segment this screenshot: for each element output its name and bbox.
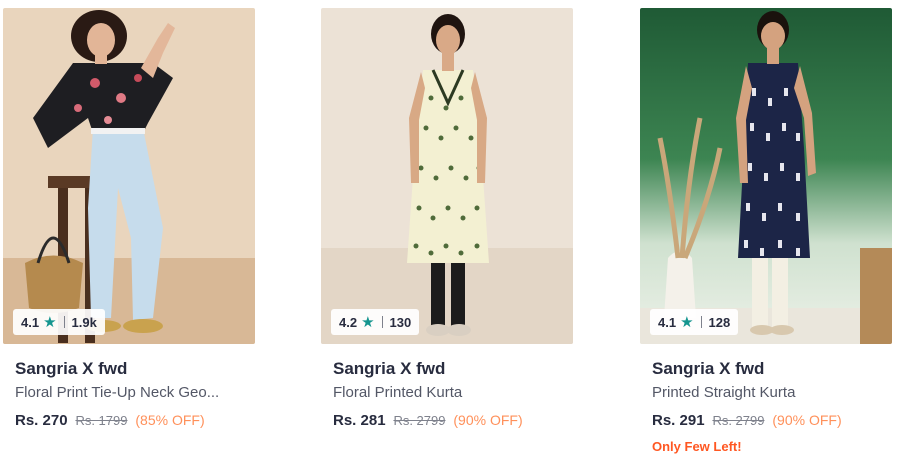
product-card[interactable]: 4.1 ★ 128 Sangria X fwd Printed Straight… bbox=[640, 8, 894, 468]
product-grid: 4.1 ★ 1.9k Sangria X fwd Floral Print Ti… bbox=[0, 0, 900, 471]
rating-divider bbox=[63, 316, 65, 328]
star-icon: ★ bbox=[361, 313, 375, 331]
discount-label: (85% OFF) bbox=[135, 412, 205, 428]
product-image[interactable]: 4.2 ★ 130 bbox=[321, 8, 573, 344]
rating-divider bbox=[381, 316, 383, 328]
product-name[interactable]: Floral Printed Kurta bbox=[333, 384, 561, 402]
rating-count: 130 bbox=[389, 314, 412, 330]
rating-value: 4.2 bbox=[339, 314, 358, 330]
product-photo-floral-top bbox=[3, 8, 255, 344]
product-name[interactable]: Printed Straight Kurta bbox=[652, 384, 880, 402]
product-image[interactable]: 4.1 ★ 1.9k bbox=[3, 8, 255, 344]
product-card[interactable]: 4.2 ★ 130 Sangria X fwd Floral Printed K… bbox=[321, 8, 575, 468]
rating-value: 4.1 bbox=[658, 314, 677, 330]
product-image[interactable]: 4.1 ★ 128 bbox=[640, 8, 892, 344]
rating-divider bbox=[700, 316, 702, 328]
selling-price: Rs. 281 bbox=[333, 412, 386, 429]
star-icon: ★ bbox=[43, 313, 57, 331]
rating-count: 1.9k bbox=[71, 314, 97, 330]
discount-label: (90% OFF) bbox=[772, 412, 842, 428]
star-icon: ★ bbox=[680, 313, 694, 331]
rating-count: 128 bbox=[708, 314, 731, 330]
price-row: Rs. 281 Rs. 2799 (90% OFF) bbox=[333, 411, 563, 430]
product-photo-cream-kurta bbox=[321, 8, 573, 344]
rating-badge: 4.1 ★ 128 bbox=[650, 309, 739, 335]
stock-warning: Only Few Left! bbox=[652, 439, 742, 454]
original-price: Rs. 2799 bbox=[712, 413, 765, 428]
discount-label: (90% OFF) bbox=[453, 412, 523, 428]
original-price: Rs. 1799 bbox=[75, 413, 128, 428]
product-brand[interactable]: Sangria X fwd bbox=[652, 359, 882, 379]
product-name[interactable]: Floral Print Tie-Up Neck Geo... bbox=[15, 384, 243, 402]
rating-badge: 4.2 ★ 130 bbox=[331, 309, 420, 335]
product-card[interactable]: 4.1 ★ 1.9k Sangria X fwd Floral Print Ti… bbox=[3, 8, 257, 468]
product-brand[interactable]: Sangria X fwd bbox=[15, 359, 245, 379]
original-price: Rs. 2799 bbox=[393, 413, 446, 428]
rating-value: 4.1 bbox=[21, 314, 40, 330]
price-row: Rs. 270 Rs. 1799 (85% OFF) bbox=[15, 411, 245, 430]
selling-price: Rs. 291 bbox=[652, 412, 705, 429]
product-brand[interactable]: Sangria X fwd bbox=[333, 359, 563, 379]
selling-price: Rs. 270 bbox=[15, 412, 68, 429]
price-row: Rs. 291 Rs. 2799 (90% OFF) bbox=[652, 411, 882, 430]
rating-badge: 4.1 ★ 1.9k bbox=[13, 309, 105, 335]
product-photo-navy-kurta bbox=[640, 8, 892, 344]
